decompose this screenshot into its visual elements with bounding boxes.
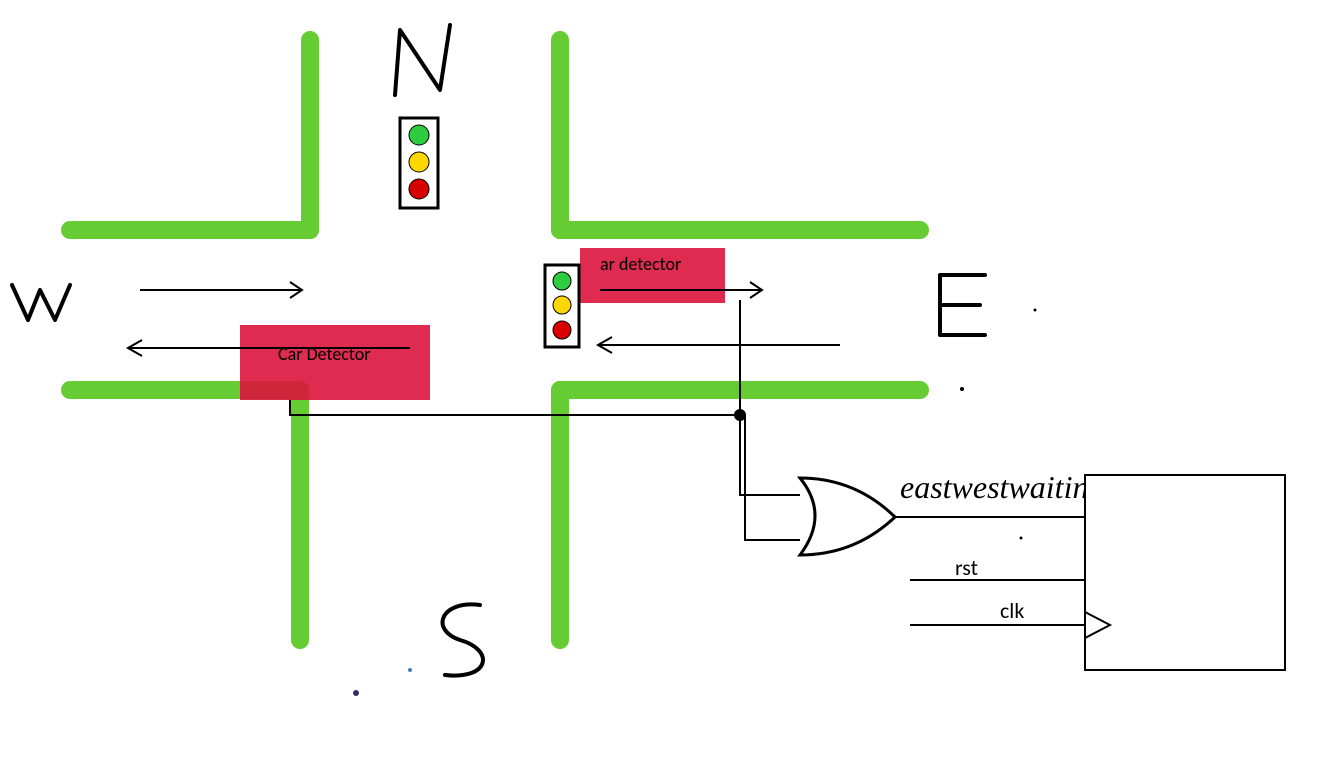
car-detector-east: ar detector bbox=[580, 248, 725, 303]
stray-dot bbox=[408, 668, 412, 672]
east-letter bbox=[940, 275, 985, 335]
label-eastwestwaiting: eastwestwaiting bbox=[900, 469, 1104, 505]
label-rst: rst bbox=[955, 554, 978, 581]
car-detector-east-label: ar detector bbox=[600, 253, 681, 275]
car-detector-west: Car Detector bbox=[240, 325, 430, 400]
traffic-light-north bbox=[400, 118, 438, 208]
light-green-icon bbox=[553, 272, 571, 290]
traffic-light-ew bbox=[545, 265, 579, 347]
light-red-icon bbox=[553, 321, 571, 339]
light-green-icon bbox=[409, 125, 429, 145]
stray-dot bbox=[960, 387, 964, 391]
stray-dot bbox=[353, 690, 359, 696]
light-yellow-icon bbox=[553, 296, 571, 314]
roads bbox=[70, 40, 920, 640]
light-yellow-icon bbox=[409, 152, 429, 172]
west-letter bbox=[12, 285, 70, 320]
road-arrows bbox=[128, 282, 840, 356]
north-letter bbox=[395, 25, 450, 95]
car-detector-west-label: Car Detector bbox=[278, 343, 371, 365]
stray-dot bbox=[1034, 309, 1037, 312]
light-red-icon bbox=[409, 179, 429, 199]
stray-dot bbox=[1020, 537, 1023, 540]
compass bbox=[12, 25, 985, 676]
south-letter bbox=[443, 604, 483, 675]
or-gate-icon bbox=[800, 478, 895, 555]
label-clk: clk bbox=[1000, 597, 1024, 624]
module-box bbox=[1085, 475, 1285, 670]
